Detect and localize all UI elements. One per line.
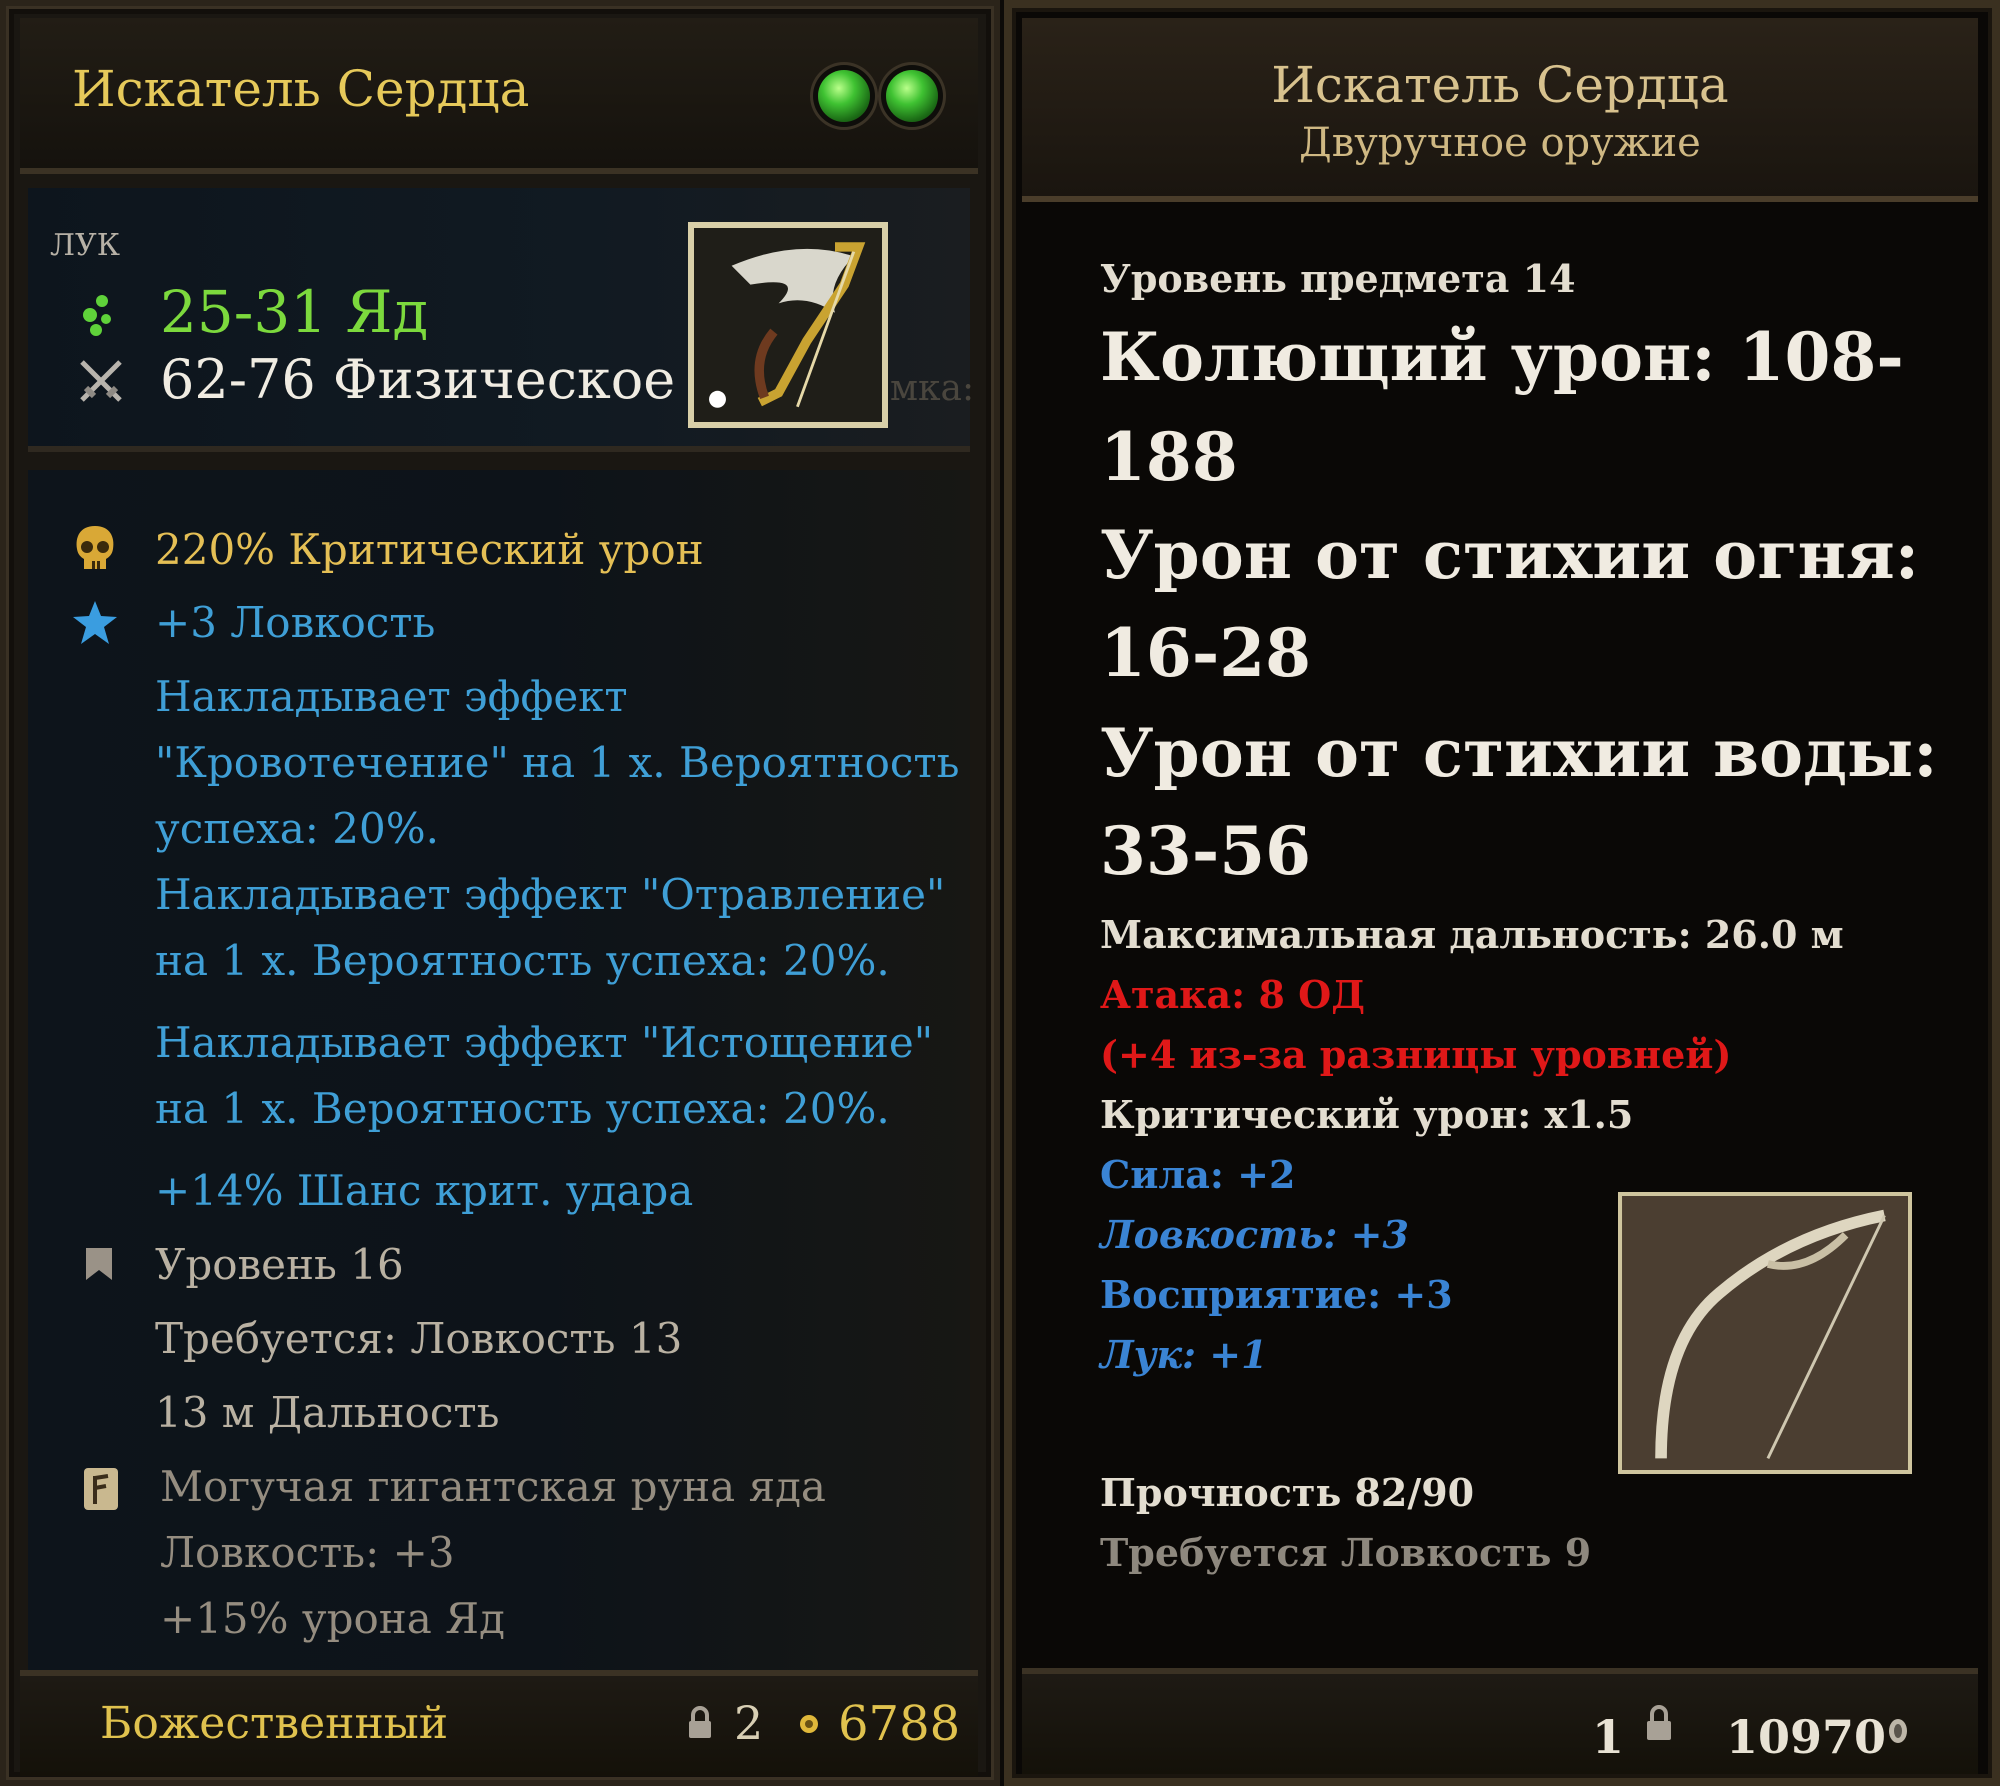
pierce-damage-line: 188 xyxy=(1100,418,1238,496)
water-damage-line: 33-56 xyxy=(1100,812,1312,890)
physical-damage: 62-76 Физическое xyxy=(160,348,676,411)
item-title: Искатель Сердца xyxy=(72,60,530,118)
durability: Прочность 82/90 xyxy=(1100,1470,1475,1515)
exhaust-effect-line: на 1 х. Вероятность успеха: 20%. xyxy=(155,1084,890,1133)
poison-effect-line: на 1 х. Вероятность успеха: 20%. xyxy=(155,936,890,985)
water-damage-line: Урон от стихии воды: xyxy=(1100,714,1938,792)
rune-icon xyxy=(84,1468,118,1510)
agility-stat: +3 Ловкость xyxy=(155,598,436,647)
pierce-damage-line: Колющий урон: 108- xyxy=(1100,318,1904,396)
fire-damage-line: Урон от стихии огня: xyxy=(1100,516,1920,594)
item-price: 10970 xyxy=(1726,1710,1887,1764)
requirement: Требуется: Ловкость 13 xyxy=(155,1314,683,1363)
crit-multiplier: Критический урон: x1.5 xyxy=(1100,1092,1634,1137)
crit-damage-stat: 220% Критический урон xyxy=(155,525,704,574)
poison-icon xyxy=(83,295,111,336)
bow-item-icon[interactable] xyxy=(1618,1192,1912,1474)
skull-icon xyxy=(76,526,114,569)
fire-damage-line: 16-28 xyxy=(1100,614,1312,692)
bleed-effect-line: "Кровотечение" на 1 х. Вероятность xyxy=(155,738,960,787)
lock-icon xyxy=(689,1706,711,1738)
bow-skill-stat: Лук: +1 xyxy=(1100,1332,1268,1377)
rune-stat: +15% урона Яд xyxy=(160,1594,505,1643)
exhaust-effect-line: Накладывает эффект "Истощение" xyxy=(155,1018,934,1067)
footer-level: 2 xyxy=(734,1696,764,1750)
max-range: Максимальная дальность: 26.0 м xyxy=(1100,912,1844,957)
perception-stat: Восприятие: +3 xyxy=(1100,1272,1453,1317)
footer-level: 1 xyxy=(1592,1710,1625,1764)
star-icon xyxy=(73,601,117,644)
level-difference-note: (+4 из-за разницы уровней) xyxy=(1100,1032,1732,1077)
item-level: Уровень предмета 14 xyxy=(1100,256,1576,301)
rune-name: Могучая гигантская руна яда xyxy=(160,1462,826,1511)
compare-item-title: Искатель Сердца xyxy=(1271,56,1729,114)
agility-stat: Ловкость: +3 xyxy=(1100,1212,1409,1257)
level-flag-icon xyxy=(86,1248,112,1280)
item-level: Уровень 16 xyxy=(155,1240,404,1289)
attack-cost: Атака: 8 ОД xyxy=(1100,972,1365,1017)
bleed-effect-line: успеха: 20%. xyxy=(155,804,440,853)
range: 13 м Дальность xyxy=(155,1388,500,1437)
rune-slot-gem-icon[interactable] xyxy=(886,70,938,122)
poison-damage: 25-31 Яд xyxy=(160,278,429,346)
background-text: мка: xyxy=(890,368,975,409)
strength-stat: Сила: +2 xyxy=(1100,1152,1296,1197)
rarity-label: Божественный xyxy=(100,1698,449,1749)
requirement: Требуется Ловкость 9 xyxy=(1100,1530,1592,1575)
crossed-swords-icon xyxy=(80,360,122,402)
item-price: 6788 xyxy=(838,1696,961,1752)
rune-slot-gem-icon[interactable] xyxy=(818,70,870,122)
coin-icon xyxy=(800,1715,818,1733)
rune-stat: Ловкость: +3 xyxy=(160,1528,455,1577)
weapon-type: ЛУК xyxy=(50,228,120,263)
compare-item-subtitle: Двуручное оружие xyxy=(1299,120,1701,166)
coin-icon xyxy=(1889,1719,1907,1743)
bleed-effect-line: Накладывает эффект xyxy=(155,672,628,721)
lock-icon xyxy=(1647,1705,1671,1740)
poison-effect-line: Накладывает эффект "Отравление" xyxy=(155,870,946,919)
crit-chance-stat: +14% Шанс крит. удара xyxy=(155,1166,694,1215)
bow-item-icon[interactable] xyxy=(688,222,888,428)
